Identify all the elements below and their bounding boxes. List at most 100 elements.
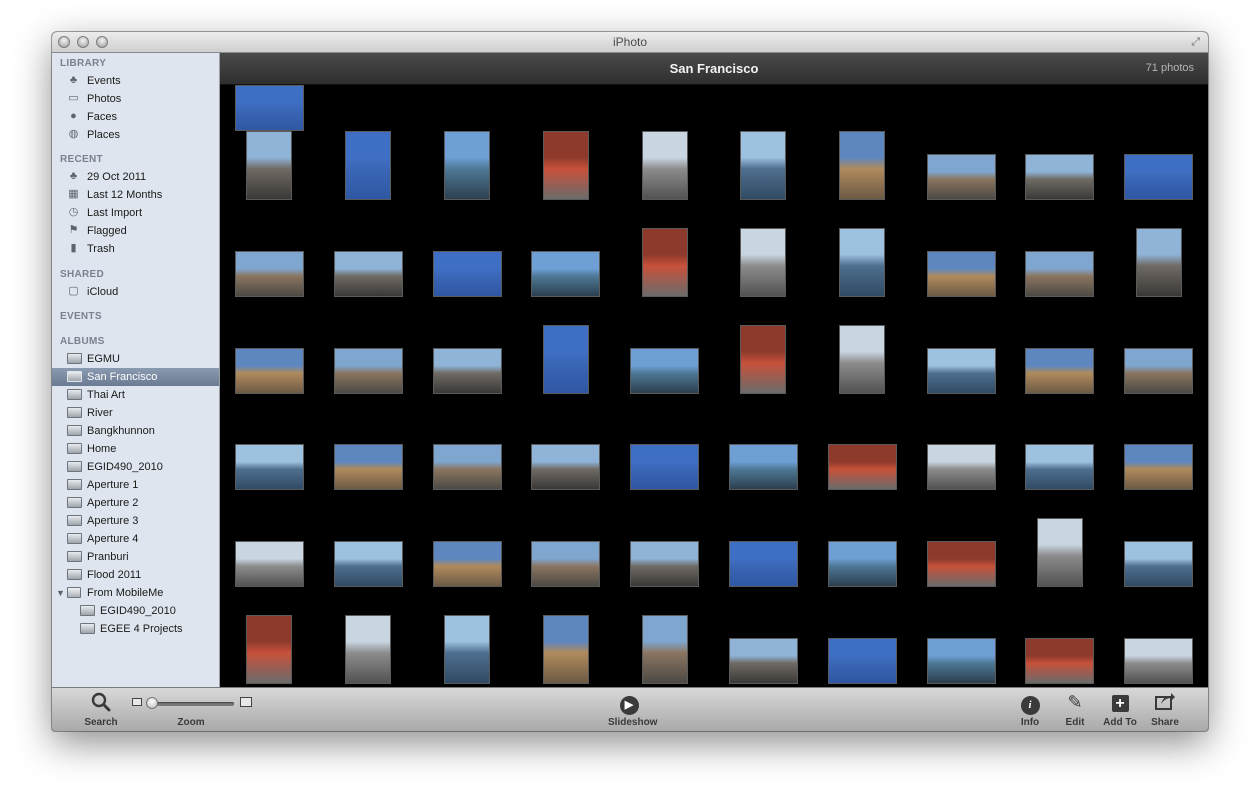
sidebar-item-29-oct-2011[interactable]: ♣ 29 Oct 2011 [52, 168, 219, 186]
slideshow-button[interactable]: ▶ Slideshow [608, 688, 657, 731]
sidebar-item-label: Trash [87, 243, 115, 255]
photo-thumbnail[interactable] [1124, 444, 1193, 490]
photo-thumbnail[interactable] [433, 348, 502, 394]
photo-thumbnail[interactable] [740, 325, 786, 394]
sidebar-item-last-import[interactable]: ◷ Last Import [52, 204, 219, 222]
photo-thumbnail[interactable] [531, 541, 600, 587]
photo-thumbnail[interactable] [1124, 154, 1193, 200]
photo-thumbnail[interactable] [1037, 518, 1083, 587]
sidebar-item-last-12-months[interactable]: ▦ Last 12 Months [52, 186, 219, 204]
sidebar-item-aperture-4[interactable]: Aperture 4 [52, 530, 219, 548]
photo-thumbnail[interactable] [1025, 638, 1094, 684]
photo-thumbnail[interactable] [729, 541, 798, 587]
photo-thumbnail[interactable] [729, 638, 798, 684]
photo-thumbnail[interactable] [839, 325, 885, 394]
sidebar-item-egid490-2010[interactable]: EGID490_2010 [52, 458, 219, 476]
photo-thumbnail[interactable] [740, 131, 786, 200]
zoom-out-icon[interactable] [132, 698, 142, 706]
photo-thumbnail[interactable] [531, 251, 600, 297]
photo-thumbnail[interactable] [927, 541, 996, 587]
sidebar-item-aperture-3[interactable]: Aperture 3 [52, 512, 219, 530]
photo-thumbnail[interactable] [828, 444, 897, 490]
photo-thumbnail[interactable] [235, 251, 304, 297]
photo-thumbnail[interactable] [927, 251, 996, 297]
sidebar-item-san-francisco[interactable]: San Francisco [52, 368, 219, 386]
photo-thumbnail[interactable] [630, 444, 699, 490]
photo-thumbnail[interactable] [630, 348, 699, 394]
photo-thumbnail[interactable] [729, 444, 798, 490]
photo-thumbnail[interactable] [543, 615, 589, 684]
photo-thumbnail[interactable] [740, 228, 786, 297]
sidebar-item-flagged[interactable]: ⚑ Flagged [52, 222, 219, 240]
photo-thumbnail[interactable] [235, 444, 304, 490]
photo-thumbnail[interactable] [927, 444, 996, 490]
photo-thumbnail[interactable] [433, 251, 502, 297]
photo-thumbnail[interactable] [334, 444, 403, 490]
photo-thumbnail[interactable] [642, 131, 688, 200]
photo-thumbnail[interactable] [433, 541, 502, 587]
photo-thumbnail[interactable] [246, 131, 292, 200]
photo-thumbnail[interactable] [334, 541, 403, 587]
photo-thumbnail[interactable] [543, 325, 589, 394]
photo-thumbnail[interactable] [444, 615, 490, 684]
photo-thumbnail[interactable] [828, 638, 897, 684]
zoom-slider-knob[interactable] [146, 697, 158, 709]
photo-thumbnail[interactable] [1124, 541, 1193, 587]
photo-thumbnail[interactable] [543, 131, 589, 200]
photo-thumbnail[interactable] [246, 615, 292, 684]
info-button[interactable]: i Info [1019, 688, 1041, 731]
sidebar-item-bangkhunnon[interactable]: Bangkhunnon [52, 422, 219, 440]
photo-thumbnail[interactable] [334, 251, 403, 297]
share-button[interactable]: Share [1151, 688, 1179, 731]
sidebar-item-flood-2011[interactable]: Flood 2011 [52, 566, 219, 584]
sidebar-item-egee-4-projects[interactable]: EGEE 4 Projects [52, 620, 219, 638]
photo-thumbnail[interactable] [927, 348, 996, 394]
photo-thumbnail[interactable] [927, 154, 996, 200]
photo-thumbnail[interactable] [444, 131, 490, 200]
photo-thumbnail[interactable] [345, 615, 391, 684]
edit-button[interactable]: ✎ Edit [1064, 688, 1086, 731]
sidebar-item-icloud[interactable]: ▢ iCloud [52, 283, 219, 301]
sidebar-item-egid490-2010[interactable]: EGID490_2010 [52, 602, 219, 620]
photo-thumbnail[interactable] [235, 85, 304, 131]
photo-thumbnail[interactable] [642, 228, 688, 297]
photo-thumbnail[interactable] [1136, 228, 1182, 297]
sidebar-item-from-mobileme[interactable]: ▼ From MobileMe [52, 584, 219, 602]
photo-thumbnail[interactable] [828, 541, 897, 587]
photo-thumbnail[interactable] [1124, 348, 1193, 394]
photo-thumbnail[interactable] [433, 444, 502, 490]
sidebar-item-river[interactable]: River [52, 404, 219, 422]
photo-thumbnail[interactable] [1025, 348, 1094, 394]
photo-thumbnail[interactable] [642, 615, 688, 684]
photo-thumbnail[interactable] [345, 131, 391, 200]
disclosure-triangle-icon[interactable]: ▼ [56, 584, 65, 602]
photo-thumbnail[interactable] [1025, 444, 1094, 490]
photo-thumbnail[interactable] [1025, 154, 1094, 200]
photo-thumbnail[interactable] [630, 541, 699, 587]
photo-thumbnail[interactable] [927, 638, 996, 684]
fullscreen-icon[interactable]: ⤢ [1191, 36, 1200, 49]
album-icon [67, 479, 82, 490]
photo-thumbnail[interactable] [839, 131, 885, 200]
sidebar-item-photos[interactable]: ▭ Photos [52, 90, 219, 108]
photo-thumbnail[interactable] [531, 444, 600, 490]
sidebar-item-events[interactable]: ♣ Events [52, 72, 219, 90]
photo-thumbnail[interactable] [235, 541, 304, 587]
sidebar-item-aperture-1[interactable]: Aperture 1 [52, 476, 219, 494]
search-button[interactable]: Search [84, 688, 118, 731]
photo-thumbnail[interactable] [334, 348, 403, 394]
sidebar-item-trash[interactable]: ▮ Trash [52, 240, 219, 258]
sidebar-item-home[interactable]: Home [52, 440, 219, 458]
sidebar-item-egmu[interactable]: EGMU [52, 350, 219, 368]
photo-thumbnail[interactable] [1124, 638, 1193, 684]
sidebar-item-places[interactable]: ◍ Places [52, 126, 219, 144]
photo-thumbnail[interactable] [235, 348, 304, 394]
photo-thumbnail[interactable] [1025, 251, 1094, 297]
sidebar-item-aperture-2[interactable]: Aperture 2 [52, 494, 219, 512]
sidebar-item-faces[interactable]: ● Faces [52, 108, 219, 126]
photo-thumbnail[interactable] [839, 228, 885, 297]
zoom-in-icon[interactable] [240, 697, 252, 707]
sidebar-item-thai-art[interactable]: Thai Art [52, 386, 219, 404]
sidebar-item-pranburi[interactable]: Pranburi [52, 548, 219, 566]
add-to-button[interactable]: + Add To [1103, 688, 1137, 731]
